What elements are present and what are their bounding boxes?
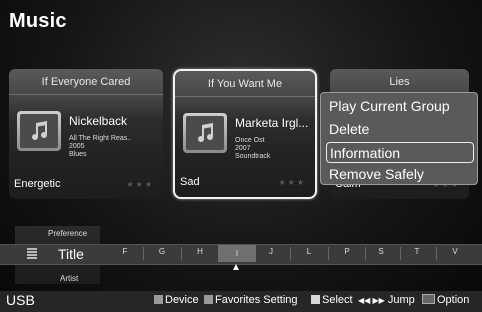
card-genre: Soundtrack [235,153,271,160]
color-key-icon [154,295,163,304]
music-note-icon [32,121,48,141]
hint-device[interactable]: Device [154,294,199,306]
hint-jump[interactable]: ◀◀ ▶▶ Jump [358,294,415,306]
star-rating: ★★★ [278,178,306,187]
music-note-icon [198,123,214,143]
letter-j[interactable]: J [252,247,290,256]
card-year: 2005 [69,143,85,150]
music-browser-screen: Music If Everyone Cared Nickelback All T… [0,0,482,312]
letter-v[interactable]: V [436,247,474,256]
sort-option-preference[interactable]: Preference [48,229,87,238]
caret-up-icon [233,264,239,270]
hint-jump-label: Jump [387,294,415,306]
menu-item-play-current-group[interactable]: Play Current Group [326,96,474,117]
card-mood: Energetic [14,178,61,190]
menu-item-remove-safely[interactable]: Remove Safely [326,164,474,185]
card-divider [9,94,163,95]
color-key-icon [204,295,213,304]
menu-item-delete[interactable]: Delete [326,119,474,140]
hint-select-label: Select [322,294,353,306]
page-title: Music [9,10,67,32]
context-menu: Play Current Group Delete Information Re… [320,92,478,185]
menu-item-information[interactable]: Information [326,142,474,163]
card-divider [175,96,315,97]
letter-h[interactable]: H [181,247,219,256]
album-art [183,113,227,153]
letter-p[interactable]: P [328,247,366,256]
card-title: If Everyone Cared [41,76,131,88]
card-artist: Nickelback [69,114,128,128]
letter-s[interactable]: S [362,247,400,256]
card-genre: Blues [69,151,87,158]
card-meta: All The Right Reas.. 2005 Blues [69,135,131,159]
hint-option-label: Option [437,294,470,306]
card-album: Once Ost [235,137,265,144]
letter-t[interactable]: T [398,247,436,256]
sort-option-title[interactable]: Title [58,246,84,262]
color-key-icon [311,295,320,304]
star-rating: ★★★ [126,180,154,189]
card-album: All The Right Reas.. [69,135,132,142]
card-meta: Once Ost 2007 Soundtrack [235,137,270,161]
hint-device-label: Device [165,294,199,306]
hint-favorites-label: Favorites Setting [215,294,298,306]
letter-l[interactable]: L [290,247,328,256]
card-year: 2007 [235,145,251,152]
album-card[interactable]: If Everyone Cared Nickelback All The Rig… [9,69,163,199]
album-art [17,111,61,151]
card-title: Lies [389,76,410,88]
album-card-focused[interactable]: If You Want Me Marketa Irgl... Once Ost … [173,69,317,199]
jump-arrows-icon: ◀◀ ▶▶ [358,296,385,305]
card-mood: Sad [180,176,200,188]
source-label: USB [6,292,35,308]
letter-f[interactable]: F [106,247,144,256]
sort-option-artist[interactable]: Artist [60,274,78,283]
card-title: If You Want Me [207,78,283,90]
hint-select[interactable]: Select [311,294,353,306]
tools-icon [422,294,435,304]
hint-option[interactable]: Option [422,294,469,306]
letter-g[interactable]: G [143,247,181,256]
letter-i-selected[interactable]: I [218,245,256,262]
list-icon [27,248,37,260]
hint-favorites-setting[interactable]: Favorites Setting [204,294,298,306]
card-artist: Marketa Irgl... [235,116,309,130]
